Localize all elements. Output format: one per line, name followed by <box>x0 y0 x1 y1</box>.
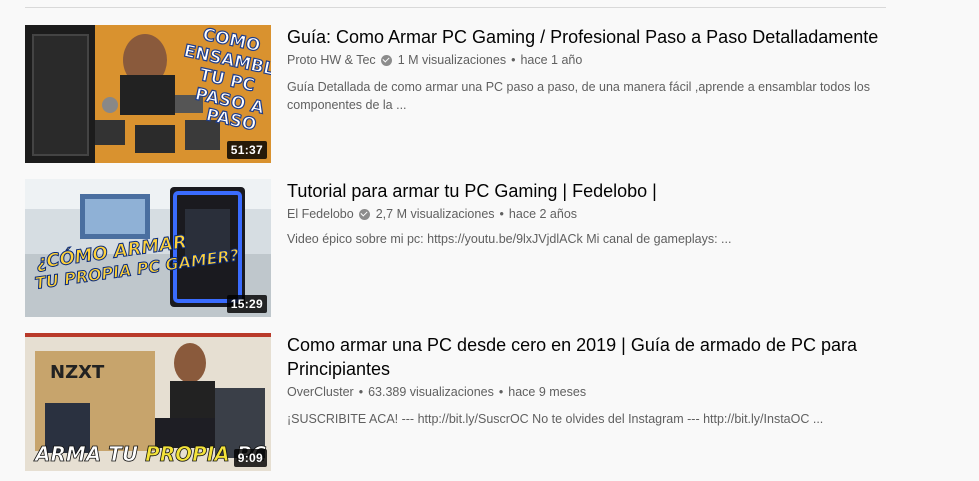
view-count: 63.389 visualizaciones <box>368 385 494 399</box>
video-thumbnail[interactable]: COMO ENSAMBLAR TU PC PASO A PASO 51:37 <box>25 25 271 163</box>
verified-badge-icon <box>380 54 392 66</box>
video-thumbnail[interactable]: NZXT ARMA TU PROPIA PC 9:09 <box>25 333 271 471</box>
video-info: Como armar una PC desde cero en 2019 | G… <box>287 333 907 428</box>
separator-dot: • <box>358 385 364 399</box>
channel-name[interactable]: El Fedelobo <box>287 206 354 222</box>
view-count: 2,7 M visualizaciones <box>375 207 495 221</box>
video-result[interactable]: ¿CÓMO ARMAR TU PROPIA PC GAMER? 15:29 Tu… <box>25 179 925 317</box>
separator-dot: • <box>499 207 504 221</box>
channel-name[interactable]: Proto HW & Tec <box>287 52 376 68</box>
verified-badge-icon <box>358 208 370 220</box>
video-title[interactable]: Guía: Como Armar PC Gaming / Profesional… <box>287 25 907 49</box>
video-duration: 15:29 <box>226 295 267 313</box>
video-title[interactable]: Como armar una PC desde cero en 2019 | G… <box>287 333 907 381</box>
video-description: ¡SUSCRIBITE ACA! --- http://bit.ly/Suscr… <box>287 412 824 426</box>
video-meta: OverCluster • 63.389 visualizaciones • h… <box>287 384 907 400</box>
upload-age: hace 1 año <box>520 53 583 67</box>
view-count: 1 M visualizaciones <box>397 53 507 67</box>
video-info: Tutorial para armar tu PC Gaming | Fedel… <box>287 179 907 248</box>
channel-name[interactable]: OverCluster <box>287 384 354 400</box>
video-description: Video épico sobre mi pc: https://youtu.b… <box>287 232 732 246</box>
video-result[interactable]: COMO ENSAMBLAR TU PC PASO A PASO 51:37 G… <box>25 25 925 163</box>
video-thumbnail[interactable]: ¿CÓMO ARMAR TU PROPIA PC GAMER? 15:29 <box>25 179 271 317</box>
svg-text:ARMA TU PROPIA PC: ARMA TU PROPIA PC <box>33 442 266 466</box>
video-duration: 9:09 <box>233 449 267 467</box>
upload-age: hace 9 meses <box>508 385 587 399</box>
video-meta: El Fedelobo 2,7 M visualizaciones • hace… <box>287 206 907 222</box>
top-divider <box>25 7 886 8</box>
video-meta: Proto HW & Tec 1 M visualizaciones • hac… <box>287 52 907 68</box>
video-description: Guía Detallada de como armar una PC paso… <box>287 80 870 112</box>
separator-dot: • <box>498 385 504 399</box>
video-title[interactable]: Tutorial para armar tu PC Gaming | Fedel… <box>287 179 907 203</box>
separator-dot: • <box>511 53 516 67</box>
video-info: Guía: Como Armar PC Gaming / Profesional… <box>287 25 907 114</box>
upload-age: hace 2 años <box>508 207 578 221</box>
video-duration: 51:37 <box>226 141 267 159</box>
video-result[interactable]: NZXT ARMA TU PROPIA PC 9:09 Como armar u… <box>25 333 925 471</box>
svg-text:NZXT: NZXT <box>50 362 105 383</box>
